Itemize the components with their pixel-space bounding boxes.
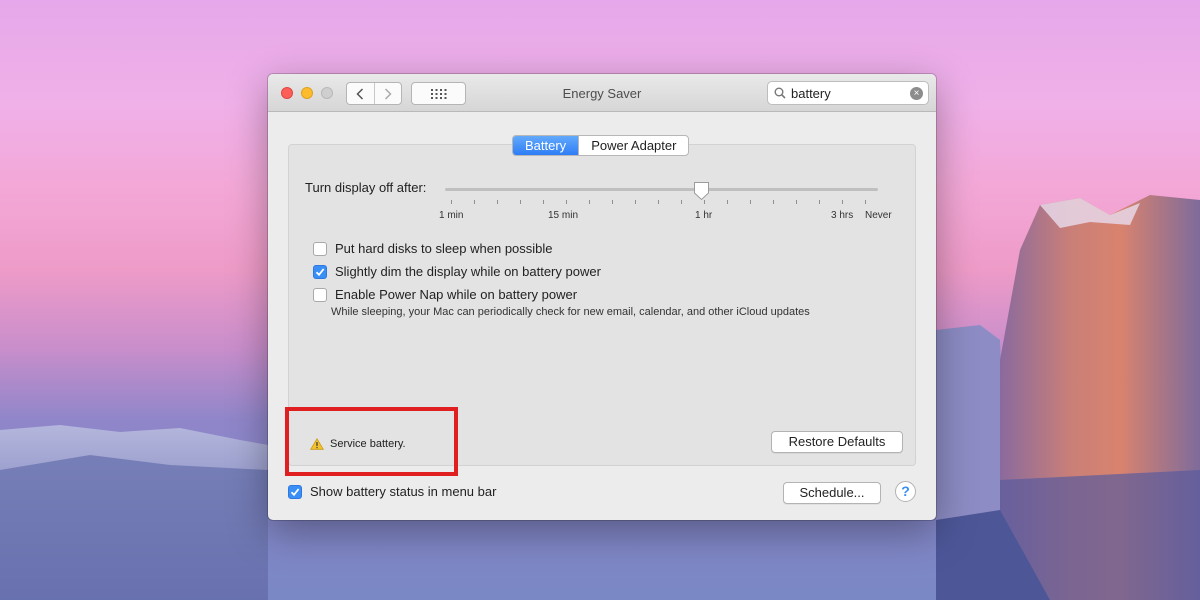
option-label: Slightly dim the display while on batter… [335, 264, 601, 279]
clear-search-icon[interactable]: × [910, 87, 923, 100]
slider-tick [635, 200, 636, 204]
power-nap-description: While sleeping, your Mac can periodicall… [331, 306, 810, 318]
title-bar: Energy Saver × [268, 74, 936, 112]
option-label: Put hard disks to sleep when possible [335, 241, 553, 256]
tick-label-15-min: 15 min [548, 210, 579, 221]
slider-tick [681, 200, 682, 204]
restore-defaults-button[interactable]: Restore Defaults [771, 431, 903, 453]
option-power-nap[interactable]: Enable Power Nap while on battery power [313, 287, 577, 302]
checkbox[interactable] [288, 484, 302, 499]
option-dim-display[interactable]: Slightly dim the display while on batter… [313, 264, 601, 279]
tick-label-never: Never [865, 210, 892, 221]
help-button[interactable]: ? [895, 481, 916, 502]
option-hard-disk-sleep[interactable]: Put hard disks to sleep when possible [313, 241, 553, 256]
display-sleep-label: Turn display off after: [305, 180, 427, 195]
slider-tick [451, 200, 452, 204]
tab-power-adapter[interactable]: Power Adapter [578, 136, 688, 155]
checkbox[interactable] [313, 287, 327, 302]
slider-tick [773, 200, 774, 204]
energy-saver-window: Energy Saver × Battery Power Adapter Tur… [268, 74, 936, 520]
checkbox[interactable] [313, 241, 327, 256]
slider-tick [474, 200, 475, 204]
search-input[interactable] [791, 85, 903, 101]
tick-label-3-hrs: 3 hrs [831, 210, 854, 221]
slider-tick [796, 200, 797, 204]
slider-tick [819, 200, 820, 204]
highlight-box [285, 407, 458, 476]
slider-tick [658, 200, 659, 204]
slider-tick [566, 200, 567, 204]
slider-tick [727, 200, 728, 204]
slider-tick [497, 200, 498, 204]
slider-tick [704, 200, 705, 204]
tab-battery[interactable]: Battery [513, 136, 579, 155]
tab-control: Battery Power Adapter [512, 135, 690, 156]
slider-tick [543, 200, 544, 204]
tick-label-1-min: 1 min [439, 210, 464, 221]
slider-tick [842, 200, 843, 204]
search-icon [774, 87, 786, 99]
slider-tick [865, 200, 866, 204]
option-label: Show battery status in menu bar [310, 484, 497, 499]
tick-label-1-hr: 1 hr [695, 210, 713, 221]
slider-tick [520, 200, 521, 204]
option-label: Enable Power Nap while on battery power [335, 287, 578, 302]
slider-tick [589, 200, 590, 204]
search-field[interactable]: × [767, 81, 929, 105]
slider-tick [612, 200, 613, 204]
show-battery-status-option[interactable]: Show battery status in menu bar [288, 484, 496, 499]
slider-thumb[interactable] [693, 181, 710, 201]
slider-tick [750, 200, 751, 204]
display-sleep-slider-track[interactable] [445, 188, 878, 191]
checkmark-icon [290, 487, 300, 496]
checkbox[interactable] [313, 264, 327, 279]
schedule-button[interactable]: Schedule... [783, 482, 881, 504]
checkmark-icon [315, 267, 325, 276]
